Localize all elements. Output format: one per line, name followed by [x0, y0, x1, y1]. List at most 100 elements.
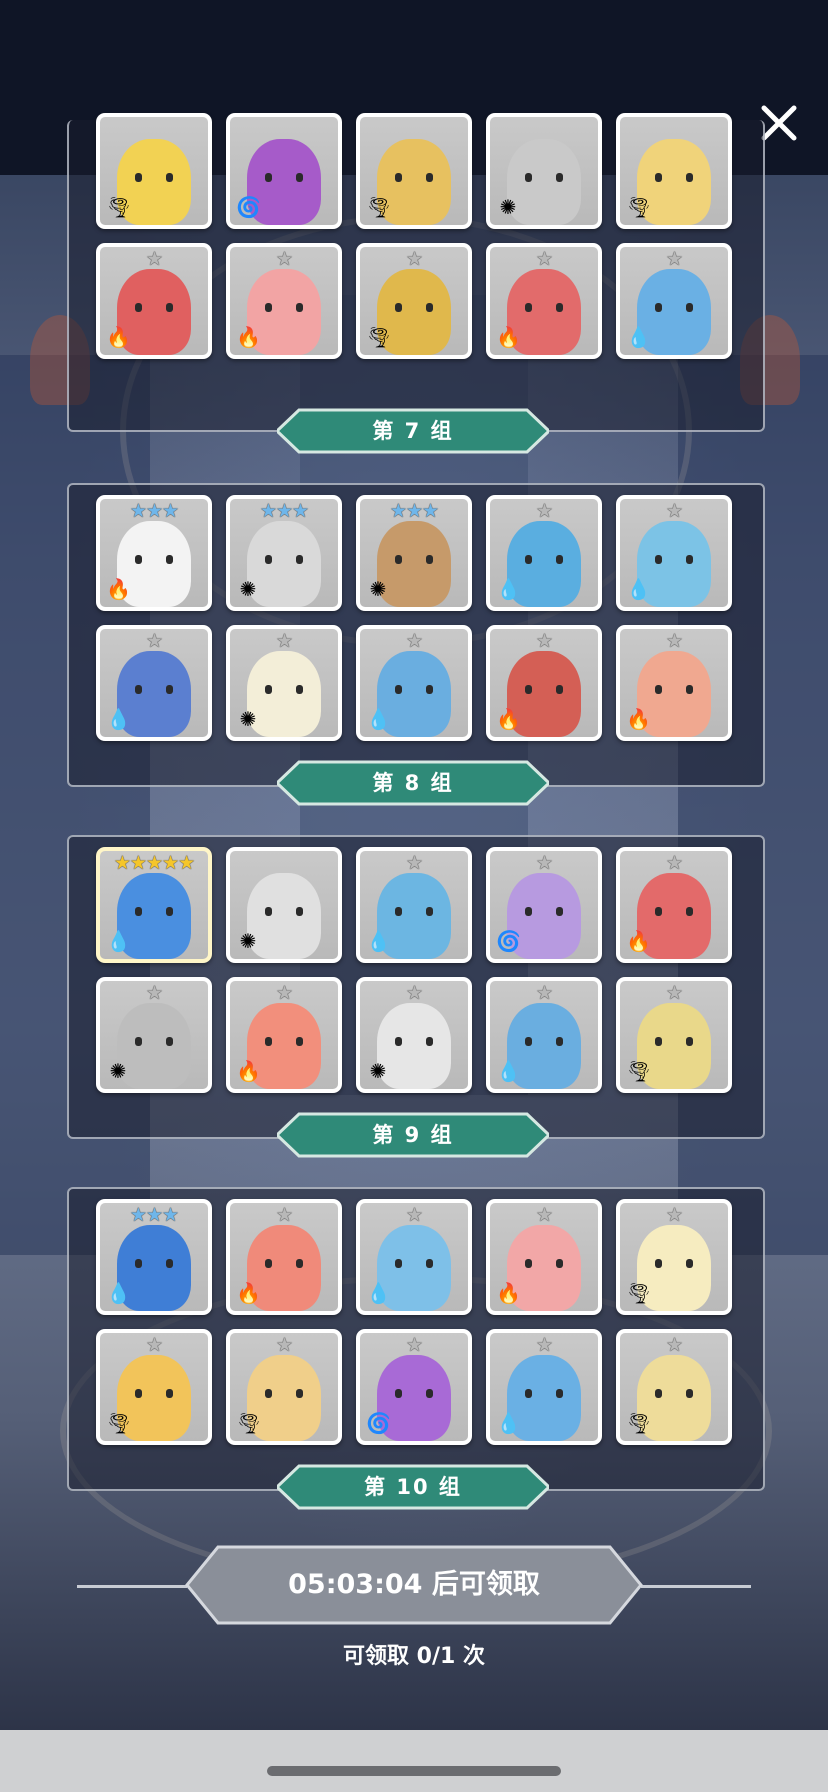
star-rating: ★	[490, 853, 598, 873]
claim-count: 可领取 0/1 次	[343, 1644, 485, 1669]
star-rating: ★	[100, 631, 208, 651]
star-icon: ★	[275, 500, 293, 522]
hero-portrait: ★ 💧	[490, 1333, 598, 1441]
group-label: 第 10 组	[364, 1475, 462, 1499]
hero-card[interactable]: ★★★ 🔥	[96, 495, 212, 611]
hero-face	[134, 1037, 174, 1047]
hero-card[interactable]: ★ 🌪	[616, 1329, 732, 1445]
star-icon: ★	[275, 248, 293, 270]
hero-card[interactable]: ★ 💧	[486, 977, 602, 1093]
star-icon: ★	[405, 630, 423, 652]
star-rating: ★★★★★	[100, 853, 208, 873]
wind-element-icon: 🌪	[626, 1281, 652, 1305]
star-icon: ★	[113, 852, 131, 874]
claim-button-label: 05:03:04 后可领取	[288, 1569, 540, 1600]
bottom-bar	[0, 1730, 828, 1792]
hero-card[interactable]: ★ 🌀	[356, 1329, 472, 1445]
hero-card[interactable]: ★ 🔥	[226, 1199, 342, 1315]
divider-left	[77, 1585, 187, 1588]
hero-grid: ★★★ 💧 ★ 🔥 ★ 💧 ★ 🔥 ★ 🌪 ★ 🌪 ★ 🌪 ★ 🌀 ★ 💧 ★ 🌪	[96, 1199, 732, 1445]
hero-card[interactable]: ★★★ ✺	[356, 495, 472, 611]
hero-card[interactable]: ★ 🔥	[486, 1199, 602, 1315]
hero-card[interactable]: ★ 💧	[96, 625, 212, 741]
water-element-icon: 💧	[626, 325, 651, 349]
hero-card[interactable]: ★ 🌪	[356, 243, 472, 359]
wind-element-icon: 🌪	[626, 195, 652, 219]
hero-portrait: ★ 🌪	[620, 981, 728, 1089]
hero-card[interactable]: ★ 🔥	[226, 977, 342, 1093]
hero-card[interactable]: ★ 💧	[616, 495, 732, 611]
hero-card[interactable]: ★ 💧	[356, 1199, 472, 1315]
star-rating: ★	[620, 983, 728, 1003]
hero-face	[394, 1389, 434, 1399]
hero-card[interactable]: ★ 💧	[356, 625, 472, 741]
hero-card[interactable]: ✺	[226, 847, 342, 963]
hero-portrait: ★ 🌪	[620, 1203, 728, 1311]
hero-face	[394, 907, 434, 917]
hero-card[interactable]: ★ 🔥	[616, 847, 732, 963]
hero-face	[524, 685, 564, 695]
group-panel-7: 🌪 🌀 🌪 ✺ 🌪 ★ 🔥 ★ 🔥 ★ 🌪 ★ 🔥 ★ 💧	[67, 113, 765, 432]
hero-portrait: ★ 💧	[360, 629, 468, 737]
hero-card[interactable]: 🌪	[96, 113, 212, 229]
star-rating: ★★★	[230, 501, 338, 521]
hero-portrait: ★ 🌀	[490, 851, 598, 959]
hero-card[interactable]: ★ 🌪	[616, 1199, 732, 1315]
star-icon: ★	[405, 1204, 423, 1226]
hero-card[interactable]: ★ 🔥	[616, 625, 732, 741]
water-element-icon: 💧	[366, 929, 391, 953]
star-rating: ★	[490, 1335, 598, 1355]
hero-face	[524, 173, 564, 183]
dark-element-icon: 🌀	[496, 929, 521, 953]
hero-face	[654, 555, 694, 565]
hero-face	[524, 907, 564, 917]
hero-card[interactable]: ★ 💧	[616, 243, 732, 359]
hero-card[interactable]: 🌪	[616, 113, 732, 229]
fire-element-icon: 🔥	[626, 707, 651, 731]
hero-card[interactable]: ★ 🌪	[226, 1329, 342, 1445]
hero-card[interactable]: ★★★ ✺	[226, 495, 342, 611]
group-banner: 第 9 组	[277, 1112, 549, 1158]
hero-card[interactable]: ★★★★★ 💧	[96, 847, 212, 963]
hero-card[interactable]: ★★★ 💧	[96, 1199, 212, 1315]
fire-element-icon: 🔥	[496, 707, 521, 731]
hero-card[interactable]: ★ ✺	[226, 625, 342, 741]
star-icon: ★	[129, 852, 147, 874]
hero-card[interactable]: ★ 🔥	[486, 625, 602, 741]
hero-card[interactable]: ★ 🔥	[486, 243, 602, 359]
star-icon: ★	[535, 1334, 553, 1356]
hero-card[interactable]: 🌪	[356, 113, 472, 229]
hero-card[interactable]: ★ 🌪	[616, 977, 732, 1093]
hero-card[interactable]: ★ ✺	[356, 977, 472, 1093]
hero-card[interactable]: ★ 🔥	[96, 243, 212, 359]
hero-face	[654, 685, 694, 695]
light-element-icon: ✺	[239, 577, 257, 601]
star-icon: ★	[665, 1334, 683, 1356]
water-element-icon: 💧	[496, 577, 521, 601]
hero-card[interactable]: ★ 🌪	[96, 1329, 212, 1445]
star-icon: ★	[535, 630, 553, 652]
hero-card[interactable]: ★ 💧	[486, 495, 602, 611]
hero-portrait: ★ 🔥	[620, 629, 728, 737]
hero-card[interactable]: ★ 🌀	[486, 847, 602, 963]
star-icon: ★	[535, 500, 553, 522]
star-icon: ★	[405, 248, 423, 270]
claim-button[interactable]: 05:03:04 后可领取	[184, 1544, 644, 1626]
hero-portrait: ★ 💧	[360, 1203, 468, 1311]
star-icon: ★	[422, 500, 439, 522]
star-rating: ★★★	[100, 501, 208, 521]
fire-element-icon: 🔥	[106, 577, 131, 601]
hero-card[interactable]: ★ 💧	[486, 1329, 602, 1445]
hero-face	[134, 303, 174, 313]
hero-card[interactable]: ✺	[486, 113, 602, 229]
hero-card[interactable]: 🌀	[226, 113, 342, 229]
home-indicator[interactable]	[267, 1766, 561, 1776]
star-icon: ★	[535, 1204, 553, 1226]
hero-face	[654, 1389, 694, 1399]
hero-card[interactable]: ★ 💧	[356, 847, 472, 963]
hero-card[interactable]: ★ ✺	[96, 977, 212, 1093]
hero-card[interactable]: ★ 🔥	[226, 243, 342, 359]
hero-portrait: ★★★★★ 💧	[100, 851, 208, 959]
hero-portrait: ★ 🔥	[490, 247, 598, 355]
star-icon: ★	[275, 630, 293, 652]
